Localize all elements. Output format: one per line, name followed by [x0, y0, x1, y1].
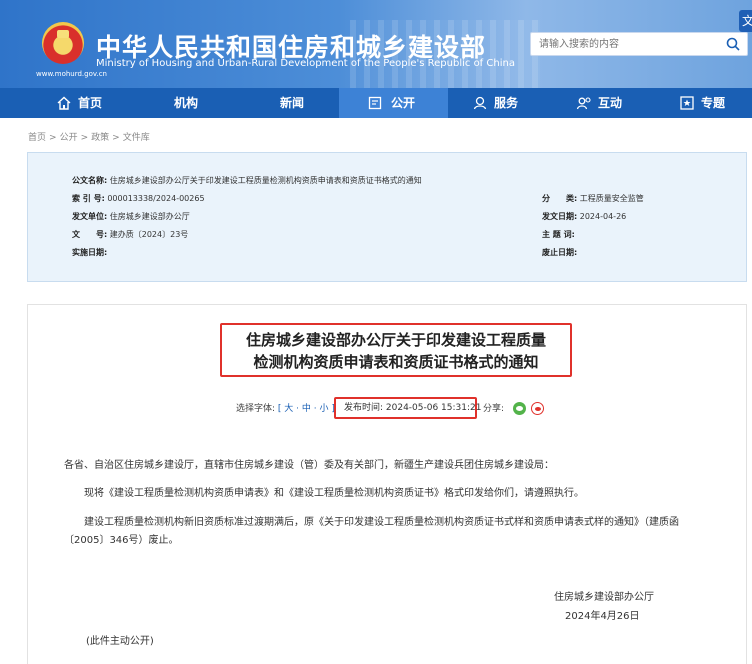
nav-item-agency[interactable]: 机构 [174, 88, 224, 118]
info-date: 发文日期: 2024-04-26 [542, 211, 626, 222]
info-date-value: 2024-04-26 [579, 212, 627, 221]
info-index: 索 引 号: 000013338/2024-00265 [72, 193, 205, 204]
info-issuer-value: 住房城乡建设部办公厅 [109, 212, 190, 221]
info-category-label: 分 类: [542, 194, 578, 203]
wechat-share-icon[interactable] [513, 402, 526, 415]
search-input[interactable] [531, 33, 716, 55]
info-effective-date: 实施日期: [72, 247, 107, 258]
info-title-value: 住房城乡建设部办公厅关于印发建设工程质量检测机构资质申请表和资质证书格式的通知 [109, 176, 422, 185]
site-url: www.mohurd.gov.cn [36, 70, 107, 78]
font-size-label: 选择字体: [236, 404, 276, 414]
disclosure-note: (此件主动公开) [86, 636, 154, 647]
breadcrumb-home[interactable]: 首页 [28, 133, 46, 143]
weibo-share-icon[interactable] [531, 402, 544, 415]
info-category-value: 工程质量安全监管 [579, 194, 644, 203]
main-nav: 首页 机构 新闻 公开 服务 互动 专题 [0, 88, 752, 118]
article-title-line2: 检测机构资质申请表和资质证书格式的通知 [253, 353, 539, 371]
language-tab[interactable]: 文 [739, 10, 752, 32]
nav-item-public[interactable]: 公开 [339, 88, 448, 118]
nav-label-news: 新闻 [280, 96, 305, 110]
info-doc-number: 文 号: 建办质〔2024〕23号 [72, 229, 188, 240]
publish-time: 发布时间: 2024-05-06 15:31:21 [334, 397, 481, 419]
document-icon [368, 96, 382, 110]
info-title: 公文名称: 住房城乡建设部办公厅关于印发建设工程质量检测机构资质申请表和资质证书… [72, 175, 422, 186]
breadcrumb-separator: > [112, 133, 120, 143]
nav-item-interaction[interactable]: 互动 [576, 88, 636, 118]
nav-item-news[interactable]: 新闻 [280, 88, 330, 118]
search-icon[interactable] [725, 36, 741, 52]
info-index-label: 索 引 号: [72, 194, 105, 203]
info-date-label: 发文日期: [542, 212, 578, 221]
nav-item-topic[interactable]: 专题 [679, 88, 739, 118]
info-issuer: 发文单位: 住房城乡建设部办公厅 [72, 211, 190, 222]
info-issuer-label: 发文单位: [72, 212, 108, 221]
nav-item-home[interactable]: 首页 [56, 88, 126, 118]
breadcrumb: 首页 > 公开 > 政策 > 文件库 [28, 130, 150, 143]
national-emblem-icon[interactable] [42, 22, 84, 64]
paragraph-2: 建设工程质量检测机构新旧资质标准过渡期满后，原《关于印发建设工程质量检测机构资质… [64, 517, 679, 546]
font-size-selector: 选择字体: [ 大 · 中 · 小 ] [236, 401, 335, 414]
sign-date: 2024年4月26日 [565, 611, 640, 622]
breadcrumb-policy[interactable]: 政策 [91, 133, 109, 143]
info-index-value: 000013338/2024-00265 [107, 194, 205, 203]
salutation: 各省、自治区住房城乡建设厅，直辖市住房城乡建设（管）委及有关部门，新疆生产建设兵… [64, 460, 554, 471]
info-repeal-date: 废止日期: [542, 247, 577, 258]
search-box [530, 32, 748, 56]
info-subject: 主 题 词: [542, 229, 575, 240]
signer: 住房城乡建设部办公厅 [554, 592, 654, 603]
nav-label-agency: 机构 [174, 96, 199, 110]
article-title-highlight: 住房城乡建设部办公厅关于印发建设工程质量 检测机构资质申请表和资质证书格式的通知 [220, 323, 572, 377]
breadcrumb-separator: > [80, 133, 89, 143]
home-icon [57, 96, 71, 110]
interaction-icon [576, 97, 591, 110]
info-subject-label: 主 题 词: [542, 230, 575, 239]
info-doc-number-value: 建办质〔2024〕23号 [109, 230, 189, 239]
info-repeal-label: 废止日期: [542, 248, 578, 257]
breadcrumb-library[interactable]: 文件库 [123, 133, 150, 143]
service-icon [473, 96, 487, 110]
breadcrumb-separator: > [49, 133, 57, 143]
paragraph-1: 现将《建设工程质量检测机构资质申请表》和《建设工程质量检测机构资质证书》格式印发… [84, 488, 584, 499]
site-subtitle: Ministry of Housing and Urban-Rural Deve… [96, 58, 515, 69]
nav-item-service[interactable]: 服务 [472, 88, 532, 118]
info-effective-label: 实施日期: [72, 248, 108, 257]
document-info-box: 公文名称: 住房城乡建设部办公厅关于印发建设工程质量检测机构资质申请表和资质证书… [27, 152, 747, 282]
site-header: 中华人民共和国住房和城乡建设部 Ministry of Housing and … [0, 0, 752, 88]
info-title-label: 公文名称: [72, 176, 108, 185]
share-label: 分享: [483, 404, 505, 414]
info-doc-number-label: 文 号: [72, 230, 108, 239]
article-title-line1: 住房城乡建设部办公厅关于印发建设工程质量 [245, 331, 546, 349]
article-body: 住房城乡建设部办公厅关于印发建设工程质量 检测机构资质申请表和资质证书格式的通知… [27, 304, 747, 664]
font-size-options[interactable]: [ 大 · 中 · 小 ] [278, 404, 335, 414]
info-category: 分 类: 工程质量安全监管 [542, 193, 644, 204]
topic-icon [680, 96, 694, 110]
breadcrumb-public[interactable]: 公开 [60, 133, 78, 143]
